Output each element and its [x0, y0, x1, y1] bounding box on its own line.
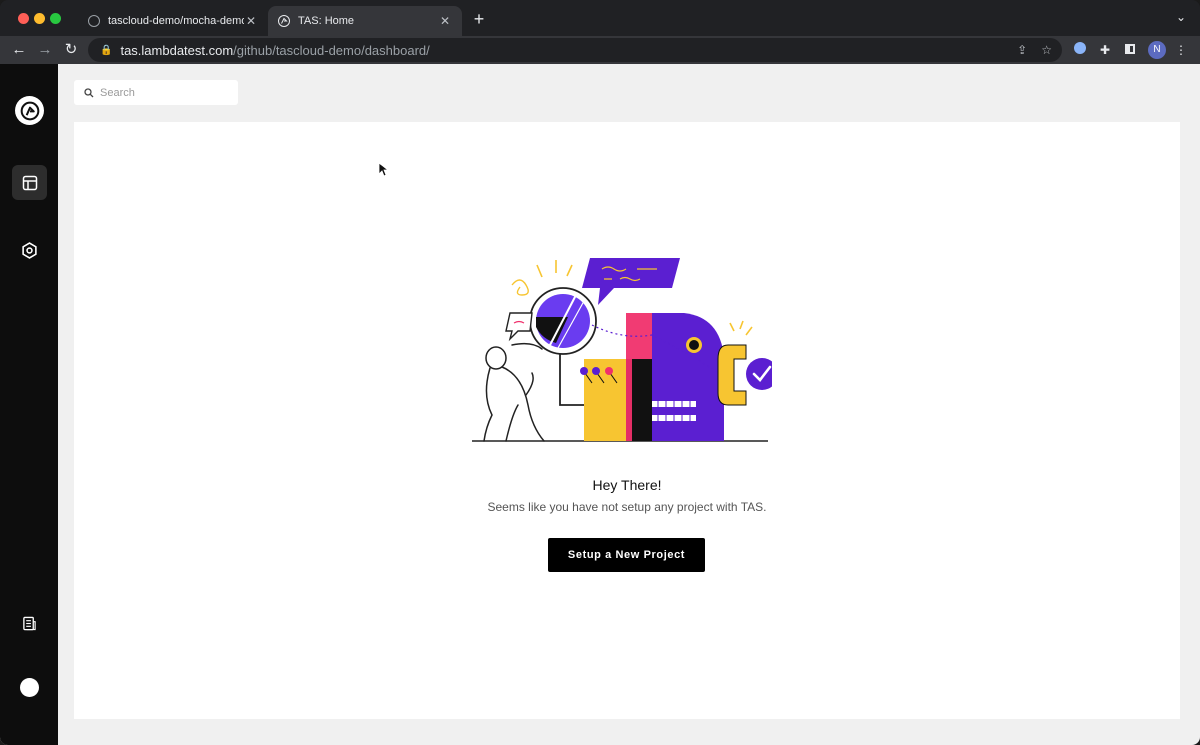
empty-state-heading: Hey There! [592, 477, 662, 493]
address-bar[interactable]: 🔒 tas.lambdatest.com /github/tascloud-de… [88, 38, 1062, 62]
empty-state-card: Hey There! Seems like you have not setup… [74, 122, 1180, 719]
search-input[interactable] [98, 85, 232, 100]
sidebar-item-docs[interactable] [12, 606, 47, 641]
tab-search-chevron-icon[interactable]: ⌄ [1176, 10, 1186, 24]
tas-favicon-icon [278, 15, 290, 27]
tas-logo-icon[interactable] [15, 96, 44, 125]
close-tab-icon[interactable]: ✕ [244, 14, 258, 28]
side-panel-icon[interactable] [1121, 41, 1139, 59]
github-icon [88, 15, 100, 27]
browser-toolbar: ← → ↻ 🔒 tas.lambdatest.com /github/tascl… [0, 36, 1200, 64]
sidebar [0, 64, 58, 745]
tab-mocha-demos[interactable]: tascloud-demo/mocha-demos ✕ [78, 6, 268, 36]
share-icon[interactable]: ⇪ [1017, 43, 1027, 57]
tab-title: TAS: Home [298, 15, 355, 27]
layout-icon [22, 175, 37, 190]
minimize-window-button[interactable] [34, 13, 45, 24]
lock-icon: 🔒 [100, 44, 113, 56]
document-icon [23, 616, 36, 631]
page-content: Hey There! Seems like you have not setup… [0, 64, 1200, 745]
mouse-cursor-icon [378, 162, 388, 177]
search-icon [84, 87, 94, 97]
profile-avatar[interactable]: N [1148, 41, 1166, 59]
tab-strip: tascloud-demo/mocha-demos ✕ TAS: Home ✕ … [0, 0, 1200, 36]
tab-title: tascloud-demo/mocha-demos [108, 15, 244, 27]
browser-window: tascloud-demo/mocha-demos ✕ TAS: Home ✕ … [0, 0, 1200, 745]
close-tab-icon[interactable]: ✕ [438, 14, 452, 28]
user-avatar[interactable] [20, 678, 39, 697]
reload-button[interactable]: ↻ [61, 40, 81, 60]
close-window-button[interactable] [18, 13, 29, 24]
gear-icon [22, 242, 37, 259]
maximize-window-button[interactable] [50, 13, 61, 24]
empty-state-message: Seems like you have not setup any projec… [487, 500, 767, 514]
search-box[interactable] [74, 80, 238, 105]
bookmark-star-icon[interactable]: ☆ [1041, 43, 1052, 57]
password-manager-extension-icon[interactable] [1071, 41, 1089, 59]
empty-state-illustration [472, 258, 772, 442]
setup-new-project-button[interactable]: Setup a New Project [548, 538, 705, 572]
forward-button[interactable]: → [35, 40, 55, 60]
tab-tas-home[interactable]: TAS: Home ✕ [268, 6, 462, 36]
new-tab-button[interactable]: + [470, 10, 488, 28]
sidebar-item-settings[interactable] [12, 233, 47, 268]
sidebar-item-dashboard[interactable] [12, 165, 47, 200]
url-host: tas.lambdatest.com [120, 42, 234, 58]
back-button[interactable]: ← [9, 40, 29, 60]
extensions-puzzle-icon[interactable]: ✚ [1096, 41, 1114, 59]
browser-menu-icon[interactable]: ⋮ [1172, 41, 1190, 59]
url-path: /github/tascloud-demo/dashboard/ [233, 42, 430, 58]
